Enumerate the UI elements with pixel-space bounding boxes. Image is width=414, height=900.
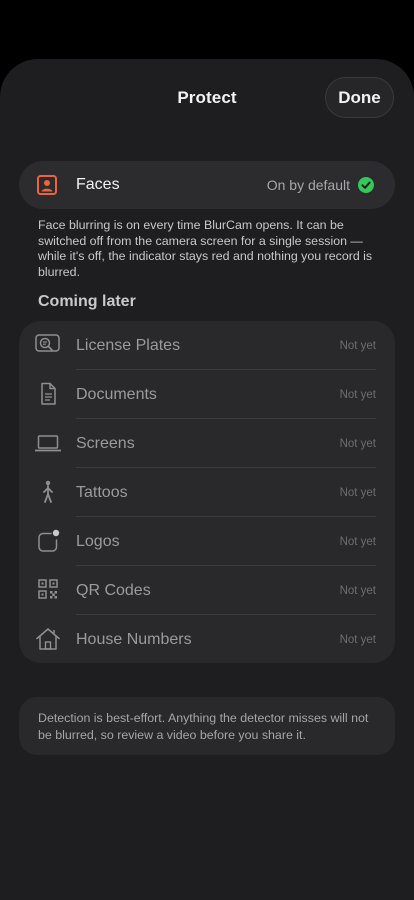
list-item-label: Tattoos xyxy=(76,484,128,501)
checkmark-circle-icon xyxy=(358,177,374,193)
list-item-label: House Numbers xyxy=(76,631,192,648)
list-item-status: Not yet xyxy=(339,634,376,646)
list-item-status: Not yet xyxy=(339,340,376,352)
disclaimer-text: Detection is best-effort. Anything the d… xyxy=(38,711,369,742)
face-portrait-icon xyxy=(37,175,57,195)
list-item-label: License Plates xyxy=(76,337,181,354)
list-item-house-numbers: House Numbers Not yet xyxy=(19,615,395,664)
coming-later-list: License Plates Not yet Documents Not yet… xyxy=(19,321,395,663)
app-badge-icon xyxy=(38,529,60,552)
list-item-license-plates: License Plates Not yet xyxy=(19,321,395,370)
list-item-label: Screens xyxy=(76,435,135,452)
nav-bar: Protect Done xyxy=(0,59,414,139)
laptop-icon xyxy=(35,435,61,452)
list-item-label: Logos xyxy=(76,533,120,550)
document-icon xyxy=(41,382,56,405)
faces-label: Faces xyxy=(76,176,120,193)
protect-sheet: Protect Done Faces On by default Face bl… xyxy=(0,59,414,900)
faces-description: Face blurring is on every time BlurCam o… xyxy=(38,218,373,279)
list-item-status: Not yet xyxy=(339,389,376,401)
faces-status: On by default xyxy=(266,177,350,193)
person-icon xyxy=(43,480,53,503)
list-item-tattoos: Tattoos Not yet xyxy=(19,468,395,517)
list-item-screens: Screens Not yet xyxy=(19,419,395,468)
list-item-qr-codes: QR Codes Not yet xyxy=(19,566,395,615)
house-icon xyxy=(36,628,60,650)
list-item-logos: Logos Not yet xyxy=(19,517,395,566)
list-item-status: Not yet xyxy=(339,438,376,450)
license-plate-icon xyxy=(35,334,60,352)
list-item-label: QR Codes xyxy=(76,582,151,599)
list-item-status: Not yet xyxy=(339,487,376,499)
done-button[interactable]: Done xyxy=(325,77,394,118)
list-item-status: Not yet xyxy=(339,585,376,597)
list-item-status: Not yet xyxy=(339,536,376,548)
coming-later-heading: Coming later xyxy=(38,293,136,310)
list-item-documents: Documents Not yet xyxy=(19,370,395,419)
qr-code-icon xyxy=(38,579,58,599)
faces-row[interactable]: Faces On by default xyxy=(19,161,395,209)
list-item-label: Documents xyxy=(76,386,157,403)
disclaimer-card: Detection is best-effort. Anything the d… xyxy=(19,697,395,755)
